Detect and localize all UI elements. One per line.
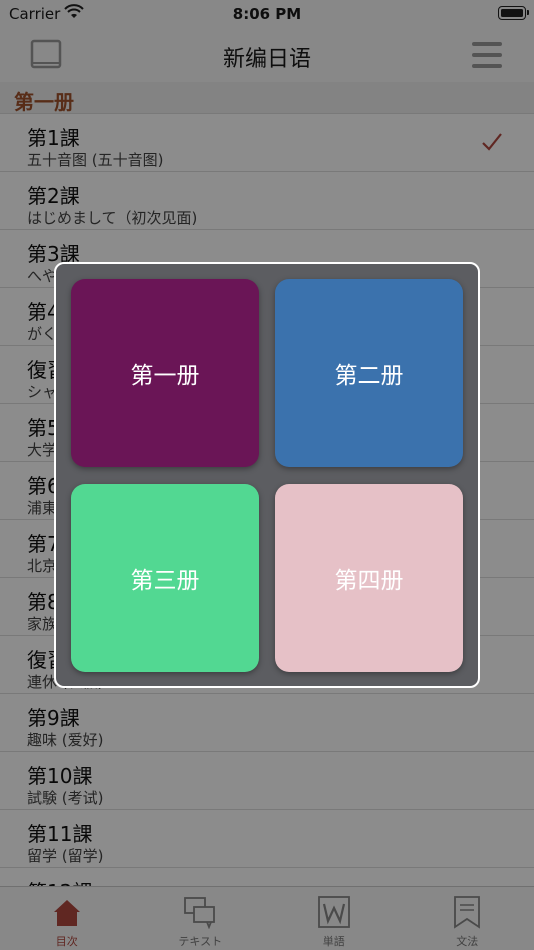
volume-3-button[interactable]: 第三册: [71, 484, 259, 672]
volume-2-button[interactable]: 第二册: [275, 279, 463, 467]
volume-1-button[interactable]: 第一册: [71, 279, 259, 467]
volume-4-button[interactable]: 第四册: [275, 484, 463, 672]
volume-picker-popup: 第一册 第二册 第三册 第四册: [54, 262, 480, 688]
